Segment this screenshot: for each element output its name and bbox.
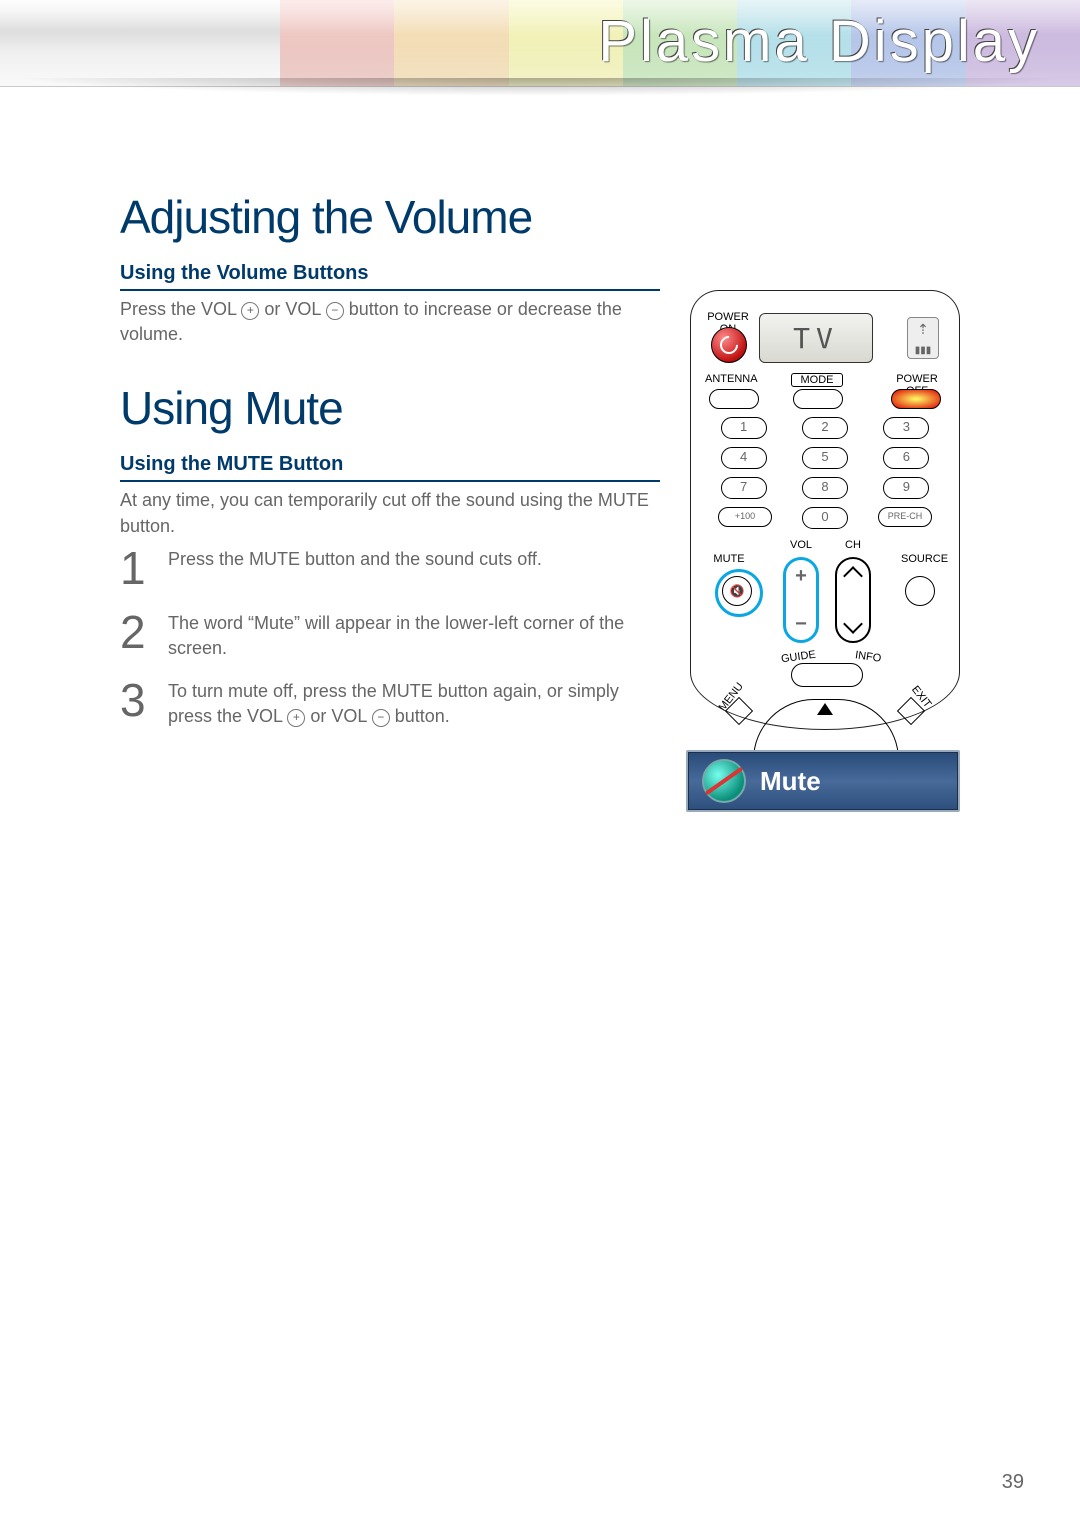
signal-icon: ⇡▮▮▮ [907, 317, 939, 359]
mute-paragraph: At any time, you can temporarily cut off… [120, 488, 660, 538]
power-button-icon [711, 327, 747, 363]
mute-osd-icon [702, 759, 746, 803]
num-3: 3 [883, 417, 929, 439]
header-banner: Plasma Display [0, 0, 1080, 87]
num-4: 4 [721, 447, 767, 469]
content-area: Adjusting the Volume Using the Volume Bu… [120, 190, 960, 748]
num-6: 6 [883, 447, 929, 469]
label-source: SOURCE [901, 553, 945, 565]
pre-ch-button: PRE-CH [878, 507, 932, 527]
num-0: 0 [802, 507, 848, 529]
nav-up-icon [817, 703, 833, 715]
num-9: 9 [883, 477, 929, 499]
mute-button-icon: 🔇 [722, 576, 752, 606]
volume-paragraph: Press the VOL + or VOL − button to incre… [120, 297, 660, 347]
product-title: Plasma Display [598, 8, 1040, 75]
source-button [905, 576, 935, 606]
label-ch: CH [837, 539, 869, 551]
section-title-volume: Adjusting the Volume [120, 190, 960, 244]
num-8: 8 [802, 477, 848, 499]
num-1: 1 [721, 417, 767, 439]
mute-osd-preview: Mute [686, 750, 960, 812]
num-2: 2 [802, 417, 848, 439]
label-mode: MODE [791, 373, 843, 387]
label-mute: MUTE [709, 553, 749, 565]
power-off-button [891, 389, 941, 409]
label-antenna: ANTENNA [705, 373, 755, 385]
antenna-button [709, 389, 759, 409]
vol-minus-icon: − [372, 709, 390, 727]
page-number: 39 [1002, 1471, 1024, 1494]
mute-osd-label: Mute [760, 766, 821, 797]
plus-100-button: +100 [718, 507, 772, 527]
vol-plus-icon: + [287, 709, 305, 727]
guide-info-button [791, 663, 863, 687]
remote-lcd: TV [759, 313, 873, 363]
num-5: 5 [802, 447, 848, 469]
manual-page: Plasma Display Adjusting the Volume Usin… [0, 0, 1080, 1528]
vol-minus-icon: − [326, 302, 344, 320]
mode-button [793, 389, 843, 409]
label-vol: VOL [785, 539, 817, 551]
channel-rocker [835, 557, 871, 643]
num-7: 7 [721, 477, 767, 499]
volume-rocker: +− [783, 557, 819, 643]
subsection-volume-buttons: Using the Volume Buttons [120, 262, 660, 291]
remote-control-illustration: POWER ON TV ⇡▮▮▮ ANTENNA MODE POWER OFF … [690, 290, 960, 730]
subsection-mute-button: Using the MUTE Button [120, 453, 660, 482]
vol-plus-icon: + [241, 302, 259, 320]
label-info: INFO [854, 649, 882, 665]
